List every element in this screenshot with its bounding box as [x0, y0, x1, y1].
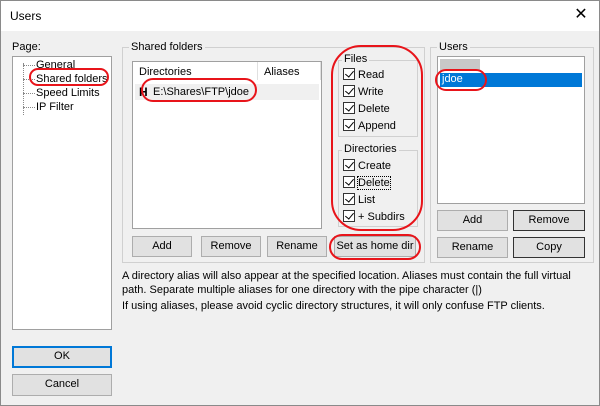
add-folder-button[interactable]: Add	[132, 236, 192, 257]
annotation-circle-user	[435, 69, 487, 91]
annotation-circle-permissions	[331, 45, 423, 231]
copy-user-button[interactable]: Copy	[513, 237, 585, 258]
cancel-button[interactable]: Cancel	[12, 374, 112, 396]
alias-info-line2: path. Separate multiple aliases for one …	[122, 284, 482, 296]
column-aliases[interactable]: Aliases	[258, 62, 321, 80]
tree-item-speed-limits[interactable]: Speed Limits	[13, 87, 100, 101]
page-label: Page:	[12, 41, 41, 53]
title-bar: Users ✕	[1, 1, 599, 31]
tree-item-ip-filter[interactable]: IP Filter	[13, 101, 74, 115]
annotation-circle-home-dir	[329, 234, 421, 260]
remove-user-button[interactable]: Remove	[513, 210, 585, 231]
remove-folder-button[interactable]: Remove	[201, 236, 261, 257]
page-tree: General Shared folders Speed Limits IP F…	[12, 56, 112, 330]
alias-info-line3: If using aliases, please avoid cyclic di…	[122, 300, 545, 312]
shared-folders-group-label: Shared folders	[129, 41, 205, 53]
rename-user-button[interactable]: Rename	[437, 237, 508, 258]
ok-button[interactable]: OK	[12, 346, 112, 368]
alias-info-line1: A directory alias will also appear at th…	[122, 270, 571, 282]
users-dialog: Users ✕ Page: General Shared folders Spe…	[0, 0, 600, 406]
window-title: Users	[10, 9, 42, 23]
close-icon[interactable]: ✕	[569, 3, 593, 27]
add-user-button[interactable]: Add	[437, 210, 508, 231]
rename-folder-button[interactable]: Rename	[267, 236, 327, 257]
annotation-circle-directory	[141, 78, 257, 102]
users-group-label: Users	[437, 41, 470, 53]
annotation-circle-page	[29, 68, 109, 86]
